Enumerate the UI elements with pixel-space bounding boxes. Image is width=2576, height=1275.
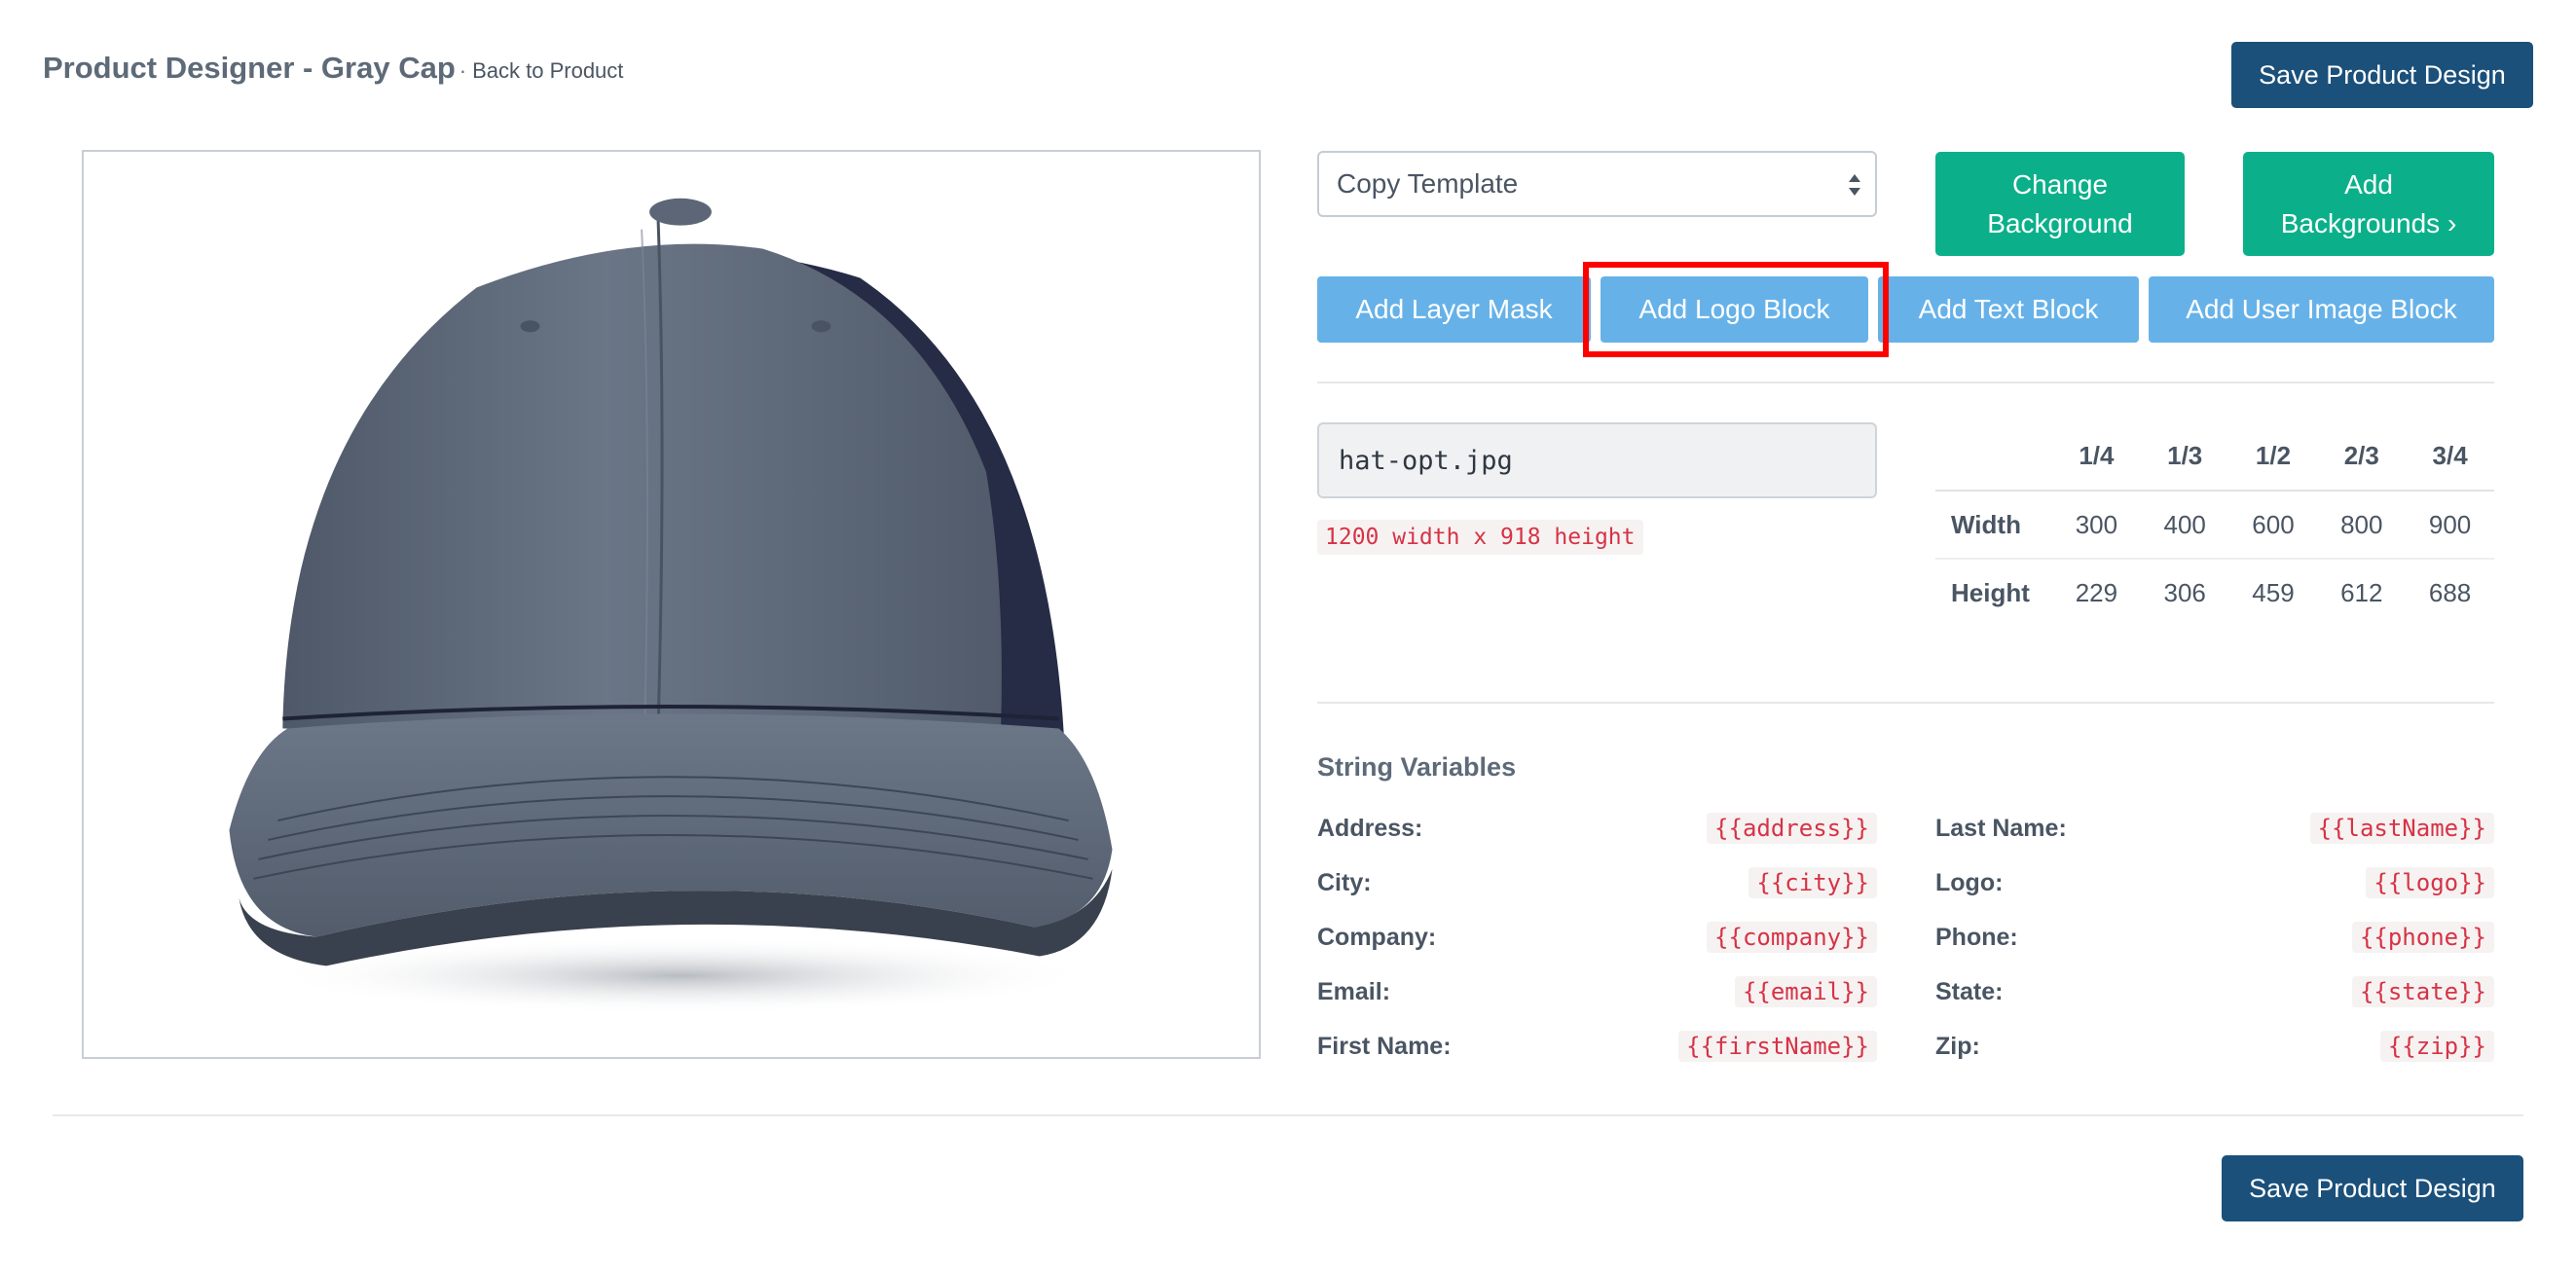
size-table-header-cell	[1935, 422, 2052, 492]
list-item: Address: {{address}}	[1317, 801, 1877, 856]
list-item: City: {{city}}	[1317, 856, 1877, 910]
page-title-text: Product Designer - Gray Cap	[43, 51, 456, 85]
file-name-field[interactable]: hat-opt.jpg	[1317, 422, 1877, 498]
select-arrows-icon	[1849, 174, 1860, 196]
add-layer-mask-button[interactable]: Add Layer Mask	[1317, 276, 1591, 343]
variable-label: Logo:	[1935, 868, 2004, 896]
image-dimensions: 1200 width x 918 height	[1317, 520, 1643, 555]
list-item: Logo: {{logo}}	[1935, 856, 2494, 910]
save-product-design-button-top[interactable]: Save Product Design	[2231, 42, 2533, 108]
size-table-header-cell: 3/4	[2406, 422, 2494, 492]
variable-label: First Name:	[1317, 1032, 1452, 1060]
size-table-header-cell: 1/3	[2140, 422, 2229, 492]
chevron-right-icon: ›	[2447, 207, 2457, 238]
size-table-header-cell: 1/4	[2052, 422, 2141, 492]
string-variables-title: String Variables	[1317, 752, 1517, 782]
back-to-product-link[interactable]: Back to Product	[472, 58, 623, 83]
divider-top	[1317, 382, 2494, 383]
list-item: Last Name: {{lastName}}	[1935, 801, 2494, 856]
table-cell: 612	[2340, 578, 2383, 607]
variable-code: {{company}}	[1707, 922, 1877, 953]
change-background-label: Change Background	[1987, 168, 2133, 238]
variable-code: {{logo}}	[2366, 867, 2494, 898]
table-cell: 900	[2406, 491, 2494, 560]
table-row: Height 229 306 459 612 688	[1935, 559, 2494, 627]
variable-code: {{lastName}}	[2309, 813, 2494, 844]
variable-code: {{zip}}	[2379, 1031, 2494, 1062]
table-cell: 688	[2428, 578, 2472, 607]
size-table-header-cell: 1/2	[2228, 422, 2318, 492]
list-item: Email: {{email}}	[1317, 965, 1877, 1019]
add-text-block-button[interactable]: Add Text Block	[1878, 276, 2139, 343]
list-item: State: {{state}}	[1935, 965, 2494, 1019]
list-item: First Name: {{firstName}}	[1317, 1019, 1877, 1074]
variable-code: {{city}}	[1748, 867, 1877, 898]
page-title: Product Designer - Gray Cap · Back to Prod…	[43, 51, 623, 86]
list-item: Zip: {{zip}}	[1935, 1019, 2494, 1074]
table-cell: 400	[2140, 491, 2229, 560]
add-backgrounds-button[interactable]: Add Backgrounds ›	[2243, 152, 2494, 256]
table-cell: 300	[2052, 491, 2141, 560]
add-logo-block-button[interactable]: Add Logo Block	[1601, 276, 1868, 343]
change-background-button[interactable]: Change Background	[1935, 152, 2185, 256]
copy-template-select[interactable]: Copy Template	[1317, 151, 1877, 217]
product-image-canvas[interactable]	[82, 150, 1261, 1059]
table-cell: 306	[2163, 578, 2206, 607]
divider-middle	[1317, 702, 2494, 704]
add-backgrounds-label: Add Backgrounds	[2280, 168, 2441, 238]
add-backgrounds-label-wrap: Add Backgrounds ›	[2271, 165, 2466, 243]
variable-label: Zip:	[1935, 1032, 1980, 1060]
title-separator: ·	[459, 58, 467, 83]
variable-label: Address:	[1317, 814, 1423, 842]
variable-code: {{email}}	[1734, 976, 1877, 1007]
size-table-header: 1/4 1/3 1/2 2/3 3/4	[1935, 422, 2494, 492]
variable-label: Phone:	[1935, 923, 2018, 951]
variable-label: Email:	[1317, 977, 1391, 1005]
variable-label: Last Name:	[1935, 814, 2067, 842]
save-product-design-button-bottom[interactable]: Save Product Design	[2222, 1155, 2523, 1221]
variable-code: {{state}}	[2351, 976, 2494, 1007]
cap-image	[229, 198, 1113, 1015]
variable-label: Company:	[1317, 923, 1437, 951]
add-user-image-block-button[interactable]: Add User Image Block	[2149, 276, 2494, 343]
string-variables-right: Last Name: {{lastName}} Logo: {{logo}} Pho…	[1935, 801, 2494, 1074]
variable-label: City:	[1317, 868, 1372, 896]
divider-bottom	[53, 1114, 2523, 1116]
list-item: Company: {{company}}	[1317, 910, 1877, 965]
table-cell: 229	[2075, 578, 2118, 607]
row-label: Width	[1935, 491, 2052, 560]
variable-code: {{firstName}}	[1678, 1031, 1877, 1062]
table-row: Width 300 400 600 800 900	[1935, 491, 2494, 560]
table-cell: 459	[2252, 578, 2295, 607]
string-variables-left: Address: {{address}} City: {{city}} Compan…	[1317, 801, 1877, 1074]
list-item: Phone: {{phone}}	[1935, 910, 2494, 965]
size-table-header-cell: 2/3	[2317, 422, 2407, 492]
row-label: Height	[1951, 578, 2030, 607]
table-cell: 600	[2228, 491, 2318, 560]
variable-code: {{address}}	[1707, 813, 1877, 844]
size-table: 1/4 1/3 1/2 2/3 3/4 Width 300 400 600 80…	[1935, 422, 2494, 627]
copy-template-selected-value: Copy Template	[1337, 168, 1519, 199]
variable-code: {{phone}}	[2351, 922, 2494, 953]
table-cell: 800	[2317, 491, 2407, 560]
variable-label: State:	[1935, 977, 2004, 1005]
